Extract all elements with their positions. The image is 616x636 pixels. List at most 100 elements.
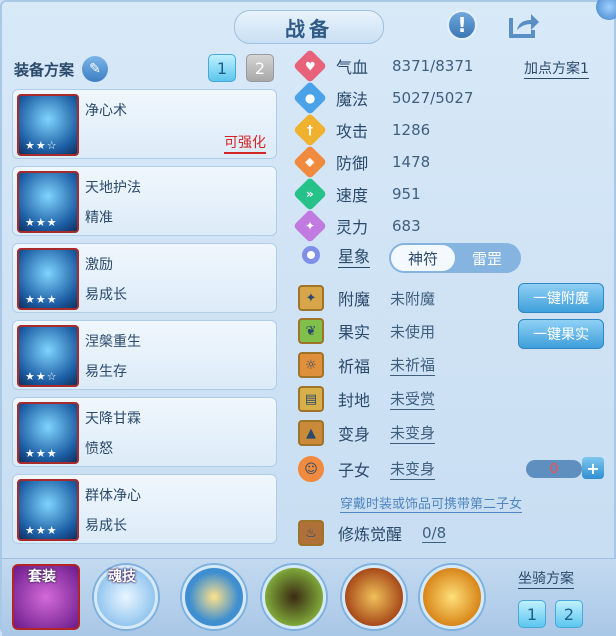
skill-name: 激励 (85, 257, 113, 273)
stat-value: 8371/8371 (392, 57, 474, 75)
gem-slot-1-icon[interactable] (182, 565, 246, 629)
skill-icon: ★★★ (17, 402, 79, 464)
feature-row-transform: ▲ 变身 未变身 (298, 418, 436, 448)
stat-label: 气血 (336, 58, 369, 77)
stat-value: 1478 (392, 153, 431, 171)
equip-plan-tab-1[interactable]: 1 (208, 54, 236, 82)
feature-row-fruit: ❦ 果实 未使用 (298, 316, 435, 346)
skill-stars: ★★☆ (25, 139, 58, 152)
edit-pencil-icon[interactable]: ✎ (82, 56, 109, 82)
skill-card[interactable]: ★★★ 天降甘霖 愤怒 (12, 397, 277, 467)
stat-label: 速度 (336, 186, 369, 205)
skill-card[interactable]: ★★★ 群体净心 易成长 (12, 474, 277, 544)
skill-card[interactable]: ★★★ 天地护法 精准 (12, 166, 277, 236)
stat-label: 魔法 (336, 90, 369, 109)
fruit-icon: ❦ (298, 318, 324, 344)
stat-value: 5027/5027 (392, 89, 474, 107)
stat-row-mp: ● 魔法 5027/5027 (293, 81, 474, 115)
feature-value[interactable]: 未变身 (390, 458, 436, 480)
suit-label: 套装 (28, 569, 56, 585)
star-sign-icon (302, 246, 320, 264)
feature-label: 果实 (338, 323, 371, 342)
transform-icon: ▲ (298, 420, 324, 446)
skill-icon: ★★☆ (17, 94, 79, 156)
gem-slot-2-icon[interactable] (262, 565, 326, 629)
skill-card[interactable]: ★★☆ 涅槃重生 易生存 (12, 320, 277, 390)
info-button[interactable]: ! (445, 8, 479, 42)
soul-skill-label: 魂技 (108, 569, 136, 585)
skill-trait: 易生存 (85, 364, 127, 380)
stat-label: 防御 (336, 154, 369, 173)
feature-value[interactable]: 未祈福 (390, 354, 436, 376)
skill-name: 净心术 (85, 103, 127, 119)
skill-trait: 易成长 (85, 518, 127, 534)
star-sign-row: 星象 (298, 242, 371, 268)
feature-value: 未附魔 (390, 289, 436, 308)
skill-stars: ★★★ (25, 524, 58, 537)
skill-trait: 愤怒 (85, 441, 113, 457)
spirit-icon: ✦ (293, 209, 327, 243)
feature-label: 子女 (338, 461, 371, 480)
skill-enhance-label[interactable]: 可强化 (224, 132, 266, 154)
equip-plan-header: 装备方案 ✎ (14, 54, 284, 84)
attack-icon: † (293, 113, 327, 147)
gem-slot-3-icon[interactable] (342, 565, 406, 629)
one-click-fruit-button[interactable]: 一键果实 (518, 319, 604, 349)
stat-value: 1286 (392, 121, 431, 139)
skill-stars: ★★★ (25, 447, 58, 460)
stat-label: 攻击 (336, 122, 369, 141)
speed-icon: » (293, 177, 327, 211)
skill-name: 天地护法 (85, 180, 141, 196)
skill-stars: ★★★ (25, 293, 58, 306)
star-sign-option-leigang[interactable]: 雷罡 (455, 245, 519, 271)
equip-plan-label: 装备方案 (14, 60, 75, 79)
defense-icon: ◆ (293, 145, 327, 179)
one-click-enchant-button[interactable]: 一键附魔 (518, 283, 604, 313)
stat-row-attack: † 攻击 1286 (293, 113, 431, 147)
mount-plan-label[interactable]: 坐骑方案 (518, 568, 574, 589)
skill-name: 涅槃重生 (85, 334, 141, 350)
feature-value[interactable]: 未受赏 (390, 388, 436, 410)
skill-icon: ★★★ (17, 171, 79, 233)
star-sign-toggle[interactable]: 神符 雷罡 (389, 243, 521, 273)
stat-label: 灵力 (336, 218, 369, 237)
feature-label: 祈福 (338, 357, 371, 376)
blessing-icon: ☼ (298, 352, 324, 378)
star-sign-label[interactable]: 星象 (338, 243, 371, 268)
stat-row-hp: ♥ 气血 8371/8371 (293, 49, 474, 83)
share-icon (509, 14, 539, 38)
star-sign-option-shenfu[interactable]: 神符 (391, 245, 455, 271)
skill-card[interactable]: ★★★ 激励 易成长 (12, 243, 277, 313)
skill-name: 天降甘霖 (85, 411, 141, 427)
skill-trait: 精准 (85, 210, 113, 226)
share-button[interactable] (507, 8, 541, 42)
skill-stars: ★★★ (25, 216, 58, 229)
page-title: 战备 (234, 10, 384, 44)
stat-value: 951 (392, 185, 421, 203)
mount-plan-tab-2[interactable]: 2 (555, 600, 583, 628)
add-child-button[interactable]: + (582, 457, 604, 479)
exclamation-icon: ! (447, 10, 477, 40)
feature-value[interactable]: 0/8 (422, 524, 447, 543)
scroll-icon: ▤ (298, 386, 324, 412)
mount-plan-tab-1[interactable]: 1 (518, 600, 546, 628)
skill-name: 群体净心 (85, 488, 141, 504)
second-child-hint[interactable]: 穿戴时装或饰品可携带第二子女 (340, 493, 523, 513)
skill-stars: ★★☆ (25, 370, 58, 383)
feature-label: 封地 (338, 391, 371, 410)
stat-row-defense: ◆ 防御 1478 (293, 145, 431, 179)
gem-slot-4-icon[interactable] (420, 565, 484, 629)
skill-card[interactable]: ★★☆ 净心术 可强化 (12, 89, 277, 159)
stat-row-speed: » 速度 951 (293, 177, 421, 211)
child-icon: ☺ (298, 456, 324, 482)
add-point-plan-link[interactable]: 加点方案1 (524, 58, 589, 79)
cultivation-icon: ♨ (298, 520, 324, 546)
feature-row-child: ☺ 子女 未变身 (298, 454, 436, 484)
feature-value[interactable]: 未变身 (390, 422, 436, 444)
skill-icon: ★★★ (17, 479, 79, 541)
equip-plan-tab-2[interactable]: 2 (246, 54, 274, 82)
feature-label: 附魔 (338, 290, 371, 309)
stat-row-spirit: ✦ 灵力 683 (293, 209, 421, 243)
enchant-icon: ✦ (298, 285, 324, 311)
feature-value: 未使用 (390, 322, 436, 341)
